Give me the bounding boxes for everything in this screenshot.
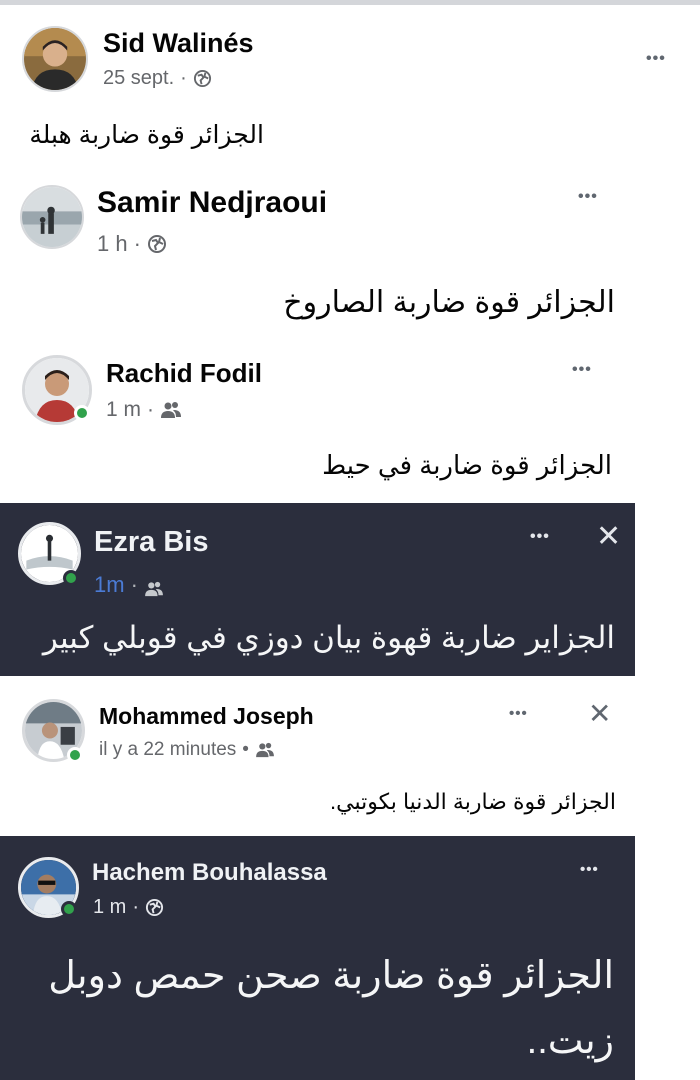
post-text: الجزائر قوة ضاربة هبلة: [29, 121, 264, 149]
meta-separator: ·: [133, 231, 141, 256]
comment-hachem-panel: Hachem Bouhalassa 1 m · ••• الجزائر قوة …: [0, 836, 635, 1080]
globe-icon: [145, 898, 164, 917]
avatar[interactable]: [22, 26, 88, 92]
comment-ezra-panel: Ezra Bis 1m · ••• ✕ الجزاير ضاربة قهوة ب…: [0, 503, 635, 676]
globe-icon: [147, 234, 167, 254]
profile-photo: [22, 187, 82, 247]
post-text-line-1: الجزائر قوة ضاربة صحن حمص دوبل: [48, 955, 614, 997]
post-text: الجزائر قوة ضاربة الدنيا بكوتبي.: [330, 789, 616, 814]
friends-icon: [160, 401, 182, 419]
globe-icon: [193, 69, 212, 88]
timestamp[interactable]: 1 m: [93, 896, 126, 919]
more-options-button[interactable]: •••: [580, 861, 599, 878]
post-meta: 25 sept. ·: [103, 67, 212, 90]
post-meta: 1 m ·: [93, 896, 164, 919]
timestamp[interactable]: 1 h: [97, 231, 128, 257]
meta-separator: •: [242, 739, 249, 760]
author-name[interactable]: Sid Walinés: [103, 28, 254, 59]
timestamp[interactable]: 1 m: [106, 398, 141, 422]
timestamp[interactable]: il y a 22 minutes: [99, 739, 236, 761]
author-name[interactable]: Mohammed Joseph: [99, 703, 314, 730]
author-name[interactable]: Ezra Bis: [94, 526, 208, 559]
more-options-button[interactable]: •••: [572, 361, 592, 379]
post-meta: il y a 22 minutes •: [99, 739, 275, 761]
online-status-indicator: [63, 570, 79, 586]
timestamp[interactable]: 1m: [94, 572, 125, 598]
author-name[interactable]: Rachid Fodil: [106, 358, 262, 389]
profile-photo: [24, 28, 86, 90]
meta-separator: ·: [147, 398, 155, 421]
close-icon[interactable]: ✕: [596, 519, 621, 554]
post-text: الجزائر قوة ضاربة الصاروخ: [283, 286, 615, 319]
more-options-button[interactable]: •••: [509, 705, 528, 722]
author-name[interactable]: Samir Nedjraoui: [97, 186, 327, 220]
more-options-button[interactable]: •••: [530, 528, 550, 546]
meta-separator: ·: [130, 572, 138, 597]
post-meta: 1 h ·: [97, 231, 167, 257]
online-status-indicator: [74, 405, 90, 421]
more-options-button[interactable]: •••: [646, 50, 666, 68]
post-meta: 1 m ·: [106, 398, 182, 422]
post-text: الجزائر قوة ضاربة في حيط: [322, 450, 612, 480]
post-text-line-2: زيت..: [526, 1020, 614, 1062]
timestamp[interactable]: 25 sept.: [103, 67, 174, 90]
meta-separator: ·: [132, 896, 140, 918]
post-text: الجزاير ضاربة قهوة بيان دوزي في قوبلي كب…: [42, 620, 615, 655]
online-status-indicator: [61, 901, 77, 917]
author-name[interactable]: Hachem Bouhalassa: [92, 859, 327, 887]
post-meta: 1m ·: [94, 572, 164, 598]
meta-separator: ·: [180, 67, 187, 89]
online-status-indicator: [67, 747, 83, 763]
friends-icon: [255, 742, 275, 758]
top-divider: [0, 0, 700, 5]
close-icon[interactable]: ✕: [588, 697, 611, 730]
avatar[interactable]: [20, 185, 84, 249]
friends-icon: [144, 577, 164, 597]
more-options-button[interactable]: •••: [578, 188, 598, 206]
